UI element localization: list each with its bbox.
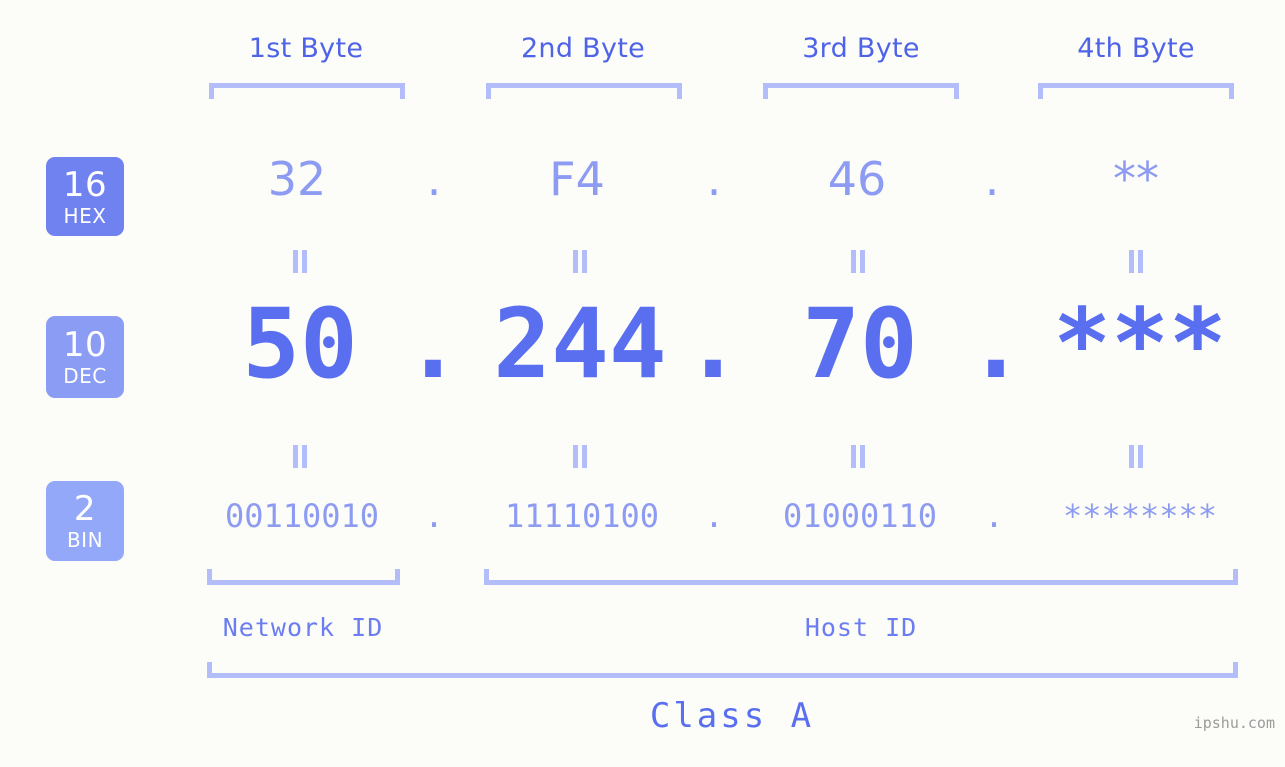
equals-mark-hex-dec-2 [571, 250, 589, 273]
equals-mark-hex-dec-4 [1127, 250, 1145, 273]
equals-mark-dec-bin-3 [849, 445, 867, 468]
equals-mark-dec-bin-4 [1127, 445, 1145, 468]
base-badge-bin-number: 2 [73, 489, 97, 529]
base-badge-bin-name: BIN [66, 528, 104, 552]
equals-mark-dec-bin-2 [571, 445, 589, 468]
host-id-bracket [484, 569, 1238, 585]
network-id-bracket [207, 569, 400, 585]
equals-mark-hex-dec-1 [291, 250, 309, 273]
class-bracket [207, 662, 1238, 678]
dec-byte-4: *** [1053, 288, 1227, 400]
site-watermark: ipshu.com [1193, 714, 1275, 732]
base-badge-hex-number: 16 [62, 164, 108, 205]
byte-bracket-1 [209, 83, 405, 99]
byte-header-2: 2nd Byte [520, 33, 646, 64]
hex-separator-3: . [984, 152, 1000, 206]
byte-header-3: 3rd Byte [802, 33, 920, 64]
class-label: Class A [649, 696, 815, 736]
hex-byte-1: 32 [267, 152, 327, 206]
network-id-label: Network ID [222, 613, 384, 642]
base-badge-bin: 2 BIN [46, 481, 124, 561]
base-badge-hex-name: HEX [63, 203, 107, 228]
host-id-label: Host ID [804, 613, 918, 642]
dec-separator-2: . [684, 288, 742, 400]
hex-separator-1: . [426, 152, 442, 206]
hex-byte-2: F4 [549, 152, 605, 206]
hex-separator-2: . [706, 152, 722, 206]
byte-bracket-3 [763, 83, 959, 99]
byte-header-4: 4th Byte [1077, 33, 1195, 64]
hex-byte-4: ** [1113, 152, 1159, 206]
dec-byte-3: 70 [802, 288, 918, 400]
bin-byte-4: ******** [1062, 497, 1218, 535]
equals-mark-hex-dec-3 [849, 250, 867, 273]
bin-byte-3: 01000110 [782, 497, 938, 535]
byte-bracket-4 [1038, 83, 1234, 99]
base-badge-dec-name: DEC [63, 364, 107, 388]
hex-byte-3: 46 [827, 152, 887, 206]
dec-separator-1: . [404, 288, 462, 400]
base-badge-dec: 10 DEC [46, 316, 124, 398]
base-badge-dec-number: 10 [62, 325, 108, 365]
byte-header-1: 1st Byte [248, 33, 364, 64]
ip-breakdown-diagram: 1st Byte 2nd Byte 3rd Byte 4th Byte 16 H… [0, 0, 1285, 767]
dec-byte-1: 50 [242, 288, 358, 400]
equals-mark-dec-bin-1 [291, 445, 309, 468]
base-badge-hex: 16 HEX [46, 157, 124, 236]
byte-bracket-2 [486, 83, 682, 99]
dec-byte-2: 244 [493, 288, 667, 400]
